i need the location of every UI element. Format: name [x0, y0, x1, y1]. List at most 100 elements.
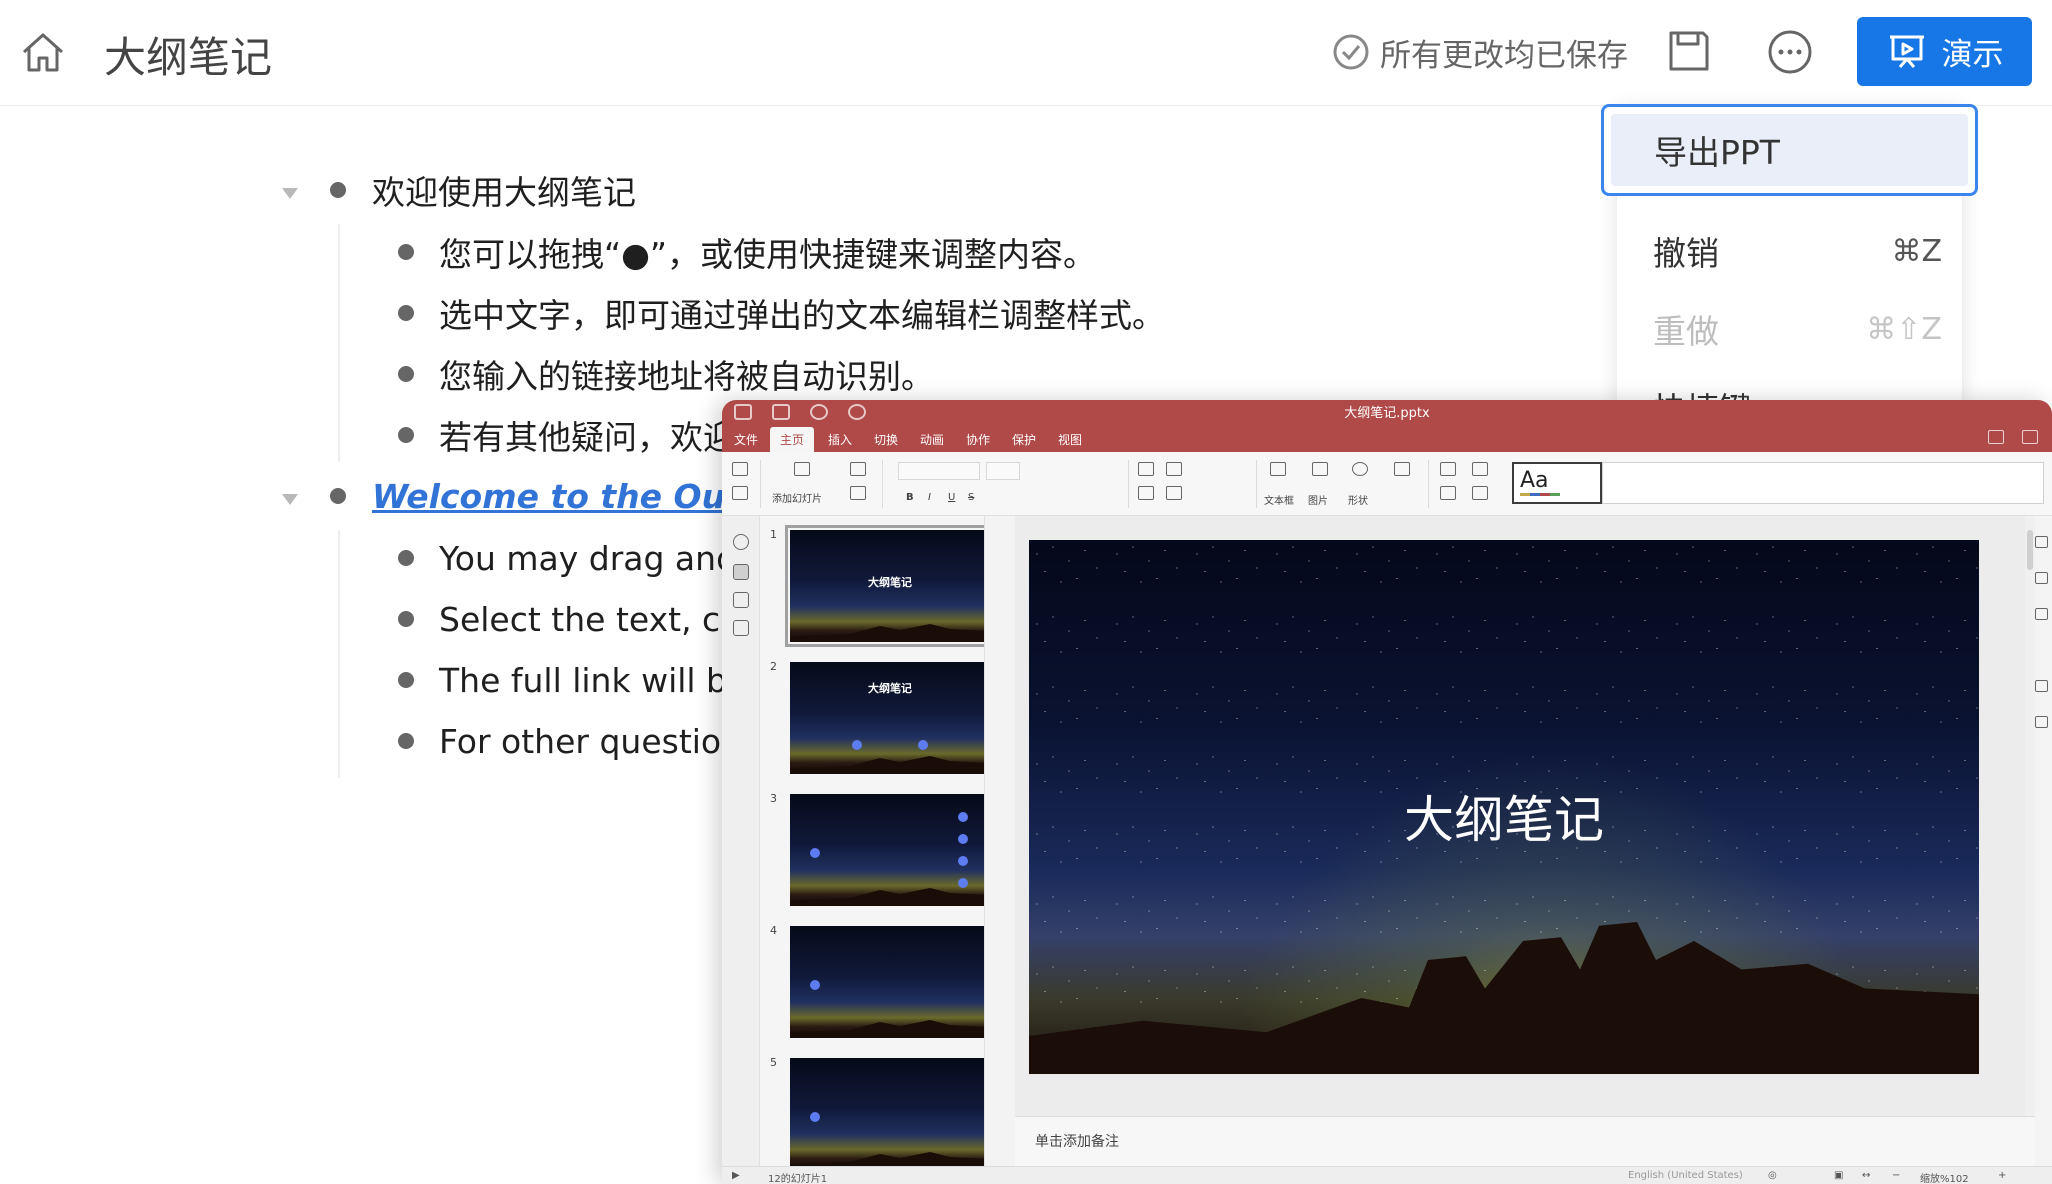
- tab-collaborate[interactable]: 协作: [956, 427, 1000, 452]
- bullet-handle[interactable]: [398, 733, 414, 749]
- tab-protect[interactable]: 保护: [1002, 427, 1046, 452]
- bold-icon[interactable]: B: [906, 492, 914, 503]
- fill-color-icon[interactable]: [1472, 462, 1488, 476]
- slide-thumbnail[interactable]: 大纲笔记: [790, 662, 984, 774]
- underline-icon[interactable]: U: [948, 492, 955, 503]
- home-button[interactable]: [20, 30, 66, 74]
- numbered-list-icon[interactable]: [1166, 462, 1182, 476]
- outline-item[interactable]: 您可以拖拽“●”，或使用快捷键来调整内容。: [439, 228, 1096, 276]
- bullet-handle[interactable]: [398, 672, 414, 688]
- zoom-in-icon[interactable]: +: [1998, 1170, 2006, 1181]
- document-title[interactable]: 大纲笔记: [104, 24, 272, 85]
- slide-thumbnail[interactable]: [790, 1058, 984, 1166]
- search-icon[interactable]: [733, 534, 749, 550]
- present-button[interactable]: 演示: [1857, 17, 2032, 86]
- slide-count: 12的幻灯片1: [768, 1174, 828, 1184]
- outline-item[interactable]: 选中文字，即可通过弹出的文本编辑栏调整样式。: [439, 289, 1165, 337]
- bullet-handle[interactable]: [398, 427, 414, 443]
- bullet-handle[interactable]: [398, 305, 414, 321]
- align-icon[interactable]: [1138, 486, 1154, 500]
- thumbnail-rock: [790, 1020, 984, 1038]
- text-box-icon[interactable]: [1270, 462, 1286, 476]
- eraser-icon[interactable]: [1440, 462, 1456, 476]
- speaker-icon[interactable]: [733, 620, 749, 636]
- tab-insert[interactable]: 插入: [818, 427, 862, 452]
- shape-settings-icon[interactable]: [2035, 572, 2048, 584]
- shape-icon[interactable]: [1352, 462, 1368, 476]
- outline-heading[interactable]: 欢迎使用大纲笔记: [372, 166, 636, 214]
- slide-scrollbar[interactable]: [2025, 516, 2035, 1116]
- menu-icon[interactable]: [2022, 430, 2038, 444]
- language-select[interactable]: English (United States): [1628, 1170, 1743, 1181]
- zoom-out-icon[interactable]: −: [1892, 1170, 1900, 1181]
- collapse-caret-icon[interactable]: [282, 494, 298, 505]
- current-slide[interactable]: 大纲笔记: [1029, 540, 1979, 1074]
- outline-item[interactable]: You may drag and: [439, 534, 737, 582]
- add-slide-button[interactable]: 添加幻灯片: [772, 490, 822, 505]
- notes-area[interactable]: 单击添加备注: [1015, 1116, 2035, 1166]
- slide-style-sample[interactable]: Aa: [1512, 462, 1602, 504]
- slide-settings-icon[interactable]: [2035, 536, 2048, 548]
- text-box-button[interactable]: 文本框: [1264, 492, 1294, 507]
- image-settings-icon[interactable]: [2035, 608, 2048, 620]
- chart-settings-icon[interactable]: [2035, 716, 2048, 728]
- slide-title[interactable]: 大纲笔记: [1029, 780, 1979, 852]
- outline-heading-link[interactable]: Welcome to the Outli: [372, 472, 764, 520]
- picture-button[interactable]: 图片: [1308, 492, 1328, 507]
- collapse-caret-icon[interactable]: [282, 188, 298, 199]
- outline-item[interactable]: 若有其他疑问，欢迎: [439, 411, 736, 459]
- tab-animations[interactable]: 动画: [910, 427, 954, 452]
- slide-thumbnail[interactable]: 大纲笔记: [785, 525, 984, 647]
- crop-icon[interactable]: [1472, 486, 1488, 500]
- table-settings-icon[interactable]: [2035, 680, 2048, 692]
- menu-item-redo[interactable]: 重做 ⌘⇧Z: [1617, 290, 1962, 368]
- outline-link-text[interactable]: Welcome to the Outli: [372, 477, 764, 516]
- font-name-select[interactable]: [898, 462, 980, 480]
- add-slide-icon[interactable]: [794, 462, 810, 476]
- slides-panel-icon[interactable]: [733, 564, 749, 580]
- outline-item[interactable]: Select the text, ch: [439, 595, 741, 643]
- shape-button[interactable]: 形状: [1348, 492, 1368, 507]
- more-options-button[interactable]: [1766, 28, 1814, 76]
- outline-item[interactable]: For other question: [439, 717, 742, 765]
- copy-icon[interactable]: [732, 462, 748, 476]
- slide-show-icon[interactable]: [850, 486, 866, 500]
- bullet-handle[interactable]: [398, 611, 414, 627]
- line-spacing-icon[interactable]: [1166, 486, 1182, 500]
- font-size-select[interactable]: [986, 462, 1020, 480]
- tab-home[interactable]: 主页: [770, 427, 815, 452]
- open-location-icon[interactable]: [1988, 430, 2004, 444]
- slide-style-gallery[interactable]: [1602, 462, 2044, 504]
- save-button[interactable]: [1666, 28, 1712, 74]
- format-painter-icon[interactable]: [1440, 486, 1456, 500]
- layout-icon[interactable]: [850, 462, 866, 476]
- outline-item-text: 您可以拖拽“●”，或使用快捷键来调整内容。: [439, 235, 1096, 274]
- paste-icon[interactable]: [732, 486, 748, 500]
- bullet-handle[interactable]: [330, 488, 346, 504]
- bullet-handle[interactable]: [398, 366, 414, 382]
- arrange-icon[interactable]: [1394, 462, 1410, 476]
- bullet-handle[interactable]: [330, 182, 346, 198]
- globe-icon[interactable]: ◎: [1768, 1170, 1777, 1181]
- strikethrough-icon[interactable]: S: [968, 492, 974, 503]
- comments-icon[interactable]: [733, 592, 749, 608]
- slide-thumbnail[interactable]: [790, 926, 984, 1038]
- picture-icon[interactable]: [1312, 462, 1328, 476]
- italic-icon[interactable]: I: [928, 492, 931, 503]
- slideshow-start-icon[interactable]: ▶: [732, 1170, 740, 1181]
- bullet-list-icon[interactable]: [1138, 462, 1154, 476]
- fit-width-icon[interactable]: ↔: [1862, 1170, 1870, 1181]
- bullet-handle[interactable]: [398, 550, 414, 566]
- menu-item-undo[interactable]: 撤销 ⌘Z: [1617, 212, 1962, 290]
- fit-slide-icon[interactable]: ▣: [1834, 1170, 1843, 1181]
- slide-thumbnail[interactable]: [790, 794, 984, 906]
- tab-file[interactable]: 文件: [724, 427, 768, 452]
- tab-view[interactable]: 视图: [1048, 427, 1092, 452]
- bullet-handle[interactable]: [398, 244, 414, 260]
- outline-item[interactable]: The full link will be: [439, 656, 747, 704]
- menu-item-export-ppt[interactable]: 导出PPT: [1601, 104, 1978, 196]
- outline-item[interactable]: 您输入的链接地址将被自动识别。: [439, 350, 934, 398]
- thumbnail-rock: [790, 1152, 984, 1166]
- scrollbar-thumb[interactable]: [2027, 530, 2033, 570]
- tab-transitions[interactable]: 切换: [864, 427, 908, 452]
